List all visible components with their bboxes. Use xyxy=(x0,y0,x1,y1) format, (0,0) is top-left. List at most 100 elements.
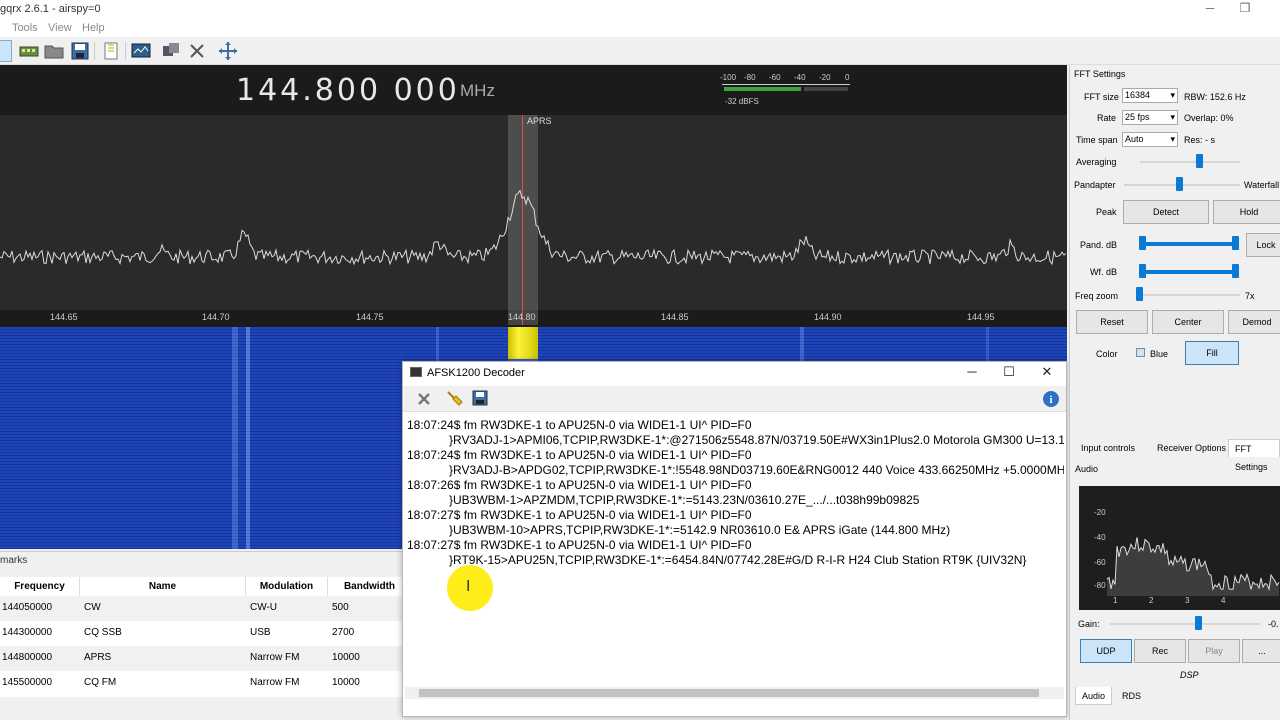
waterfall-label: Waterfall xyxy=(1244,180,1280,190)
slider-handle[interactable] xyxy=(1196,154,1203,168)
fft-size-select[interactable]: 16384 xyxy=(1122,88,1178,103)
table-row[interactable]: 145500000 CQ FM Narrow FM 10000 xyxy=(0,671,402,696)
meter-level-bar xyxy=(724,87,801,91)
udp-button[interactable]: UDP xyxy=(1080,639,1132,663)
wf-db-range-slider[interactable] xyxy=(1142,270,1236,274)
bookmarks-table[interactable]: Frequency Name Modulation Bandwidth 1440… xyxy=(0,577,412,697)
timespan-select[interactable]: Auto xyxy=(1122,132,1178,147)
dsp-label: DSP xyxy=(1180,670,1199,680)
clear-broom-icon[interactable] xyxy=(445,389,463,407)
decoder-titlebar[interactable]: AFSK1200 Decoder ─ ☐ ✕ xyxy=(403,362,1066,384)
display-icon[interactable] xyxy=(130,40,152,62)
decoder-line: }UB3WBM-1>APZMDM,TCPIP,RW3DKE-1*:=5143.2… xyxy=(449,493,920,507)
decoder-line: }RT9K-15>APU25N,TCPIP,RW3DKE-1*:=6454.84… xyxy=(449,553,1027,567)
maximize-button[interactable]: ❐ xyxy=(1232,1,1258,19)
slider-handle[interactable] xyxy=(1232,264,1239,278)
menu-help[interactable]: Help xyxy=(82,22,105,34)
save-icon[interactable] xyxy=(471,389,489,407)
meter-tick: -20 xyxy=(819,73,831,82)
freq-zoom-label: Freq zoom xyxy=(1075,291,1119,301)
decoder-line: 18:07:27$ fm RW3DKE-1 to APU25N-0 via WI… xyxy=(407,538,752,552)
timespan-label: Time span xyxy=(1076,135,1118,145)
lock-button[interactable]: Lock xyxy=(1246,233,1280,257)
more-button[interactable]: ... xyxy=(1242,639,1280,663)
close-icon[interactable] xyxy=(415,390,433,408)
move-icon[interactable] xyxy=(217,40,239,62)
rec-button[interactable]: Rec xyxy=(1134,639,1186,663)
averaging-label: Averaging xyxy=(1076,157,1117,167)
meter-tick: -60 xyxy=(769,73,781,82)
tab-fft-settings[interactable]: FFT Settings xyxy=(1228,439,1280,472)
info-icon[interactable]: i xyxy=(1042,390,1060,408)
menu-view[interactable]: View xyxy=(48,22,72,34)
new-icon[interactable] xyxy=(100,40,122,62)
color-label: Color xyxy=(1096,349,1118,359)
averaging-slider[interactable] xyxy=(1140,161,1240,163)
decoder-close-button[interactable]: ✕ xyxy=(1034,364,1060,382)
minimize-button[interactable]: ─ xyxy=(1197,1,1223,19)
reset-button[interactable]: Reset xyxy=(1076,310,1148,334)
col-bandwidth[interactable]: Bandwidth xyxy=(328,577,412,597)
open-icon[interactable] xyxy=(43,40,65,62)
freq-tick: 144.75 xyxy=(356,312,384,322)
scroll-thumb[interactable] xyxy=(419,689,1039,697)
pandapter-label: Pandapter xyxy=(1074,180,1116,190)
tab-receiver-options[interactable]: Receiver Options xyxy=(1151,439,1232,457)
pand-db-range-slider[interactable] xyxy=(1142,242,1236,246)
frequency-readout[interactable]: 144.800 000 xyxy=(236,73,460,108)
decoder-line: }RV3ADJ-1>APMI06,TCPIP,RW3DKE-1*:@271506… xyxy=(449,433,1064,447)
tab-audio[interactable]: Audio xyxy=(1075,687,1113,705)
spectrum-view[interactable]: 144.800 000 MHz -100 -80 -60 -40 -20 0 -… xyxy=(0,65,1067,327)
decoder-minimize-button[interactable]: ─ xyxy=(959,364,985,382)
play-button[interactable]: Play xyxy=(1188,639,1240,663)
demod-button[interactable]: Demod xyxy=(1228,310,1280,334)
freq-zoom-slider[interactable] xyxy=(1136,294,1240,296)
slider-handle[interactable] xyxy=(1176,177,1183,191)
cell-name: CW xyxy=(84,602,101,613)
blue-label: Blue xyxy=(1150,349,1169,359)
table-row[interactable]: 144050000 CW CW-U 500 xyxy=(0,596,402,621)
cell-modulation: Narrow FM xyxy=(250,652,300,663)
col-name[interactable]: Name xyxy=(80,577,246,597)
gain-label: Gain: xyxy=(1078,619,1100,629)
select-icon[interactable] xyxy=(0,40,12,62)
window-titlebar: gqrx 2.6.1 - airspy=0 ─ ❐ xyxy=(0,0,1280,20)
meter-tick: -80 xyxy=(744,73,756,82)
decoder-hscrollbar[interactable] xyxy=(405,687,1064,699)
hardware-icon[interactable] xyxy=(18,40,40,62)
blue-checkbox[interactable] xyxy=(1136,348,1145,357)
tab-input-controls[interactable]: Input controls xyxy=(1075,439,1141,457)
col-modulation[interactable]: Modulation xyxy=(246,577,328,597)
tools-icon[interactable] xyxy=(160,40,182,62)
menu-tools[interactable]: Tools xyxy=(12,22,38,34)
freq-tick: 144.70 xyxy=(202,312,230,322)
afsk-decoder-window: AFSK1200 Decoder ─ ☐ ✕ i 18:07:24$ fm RW… xyxy=(402,361,1067,717)
decoder-output[interactable]: 18:07:24$ fm RW3DKE-1 to APU25N-0 via WI… xyxy=(405,414,1064,686)
meter-tick: -40 xyxy=(794,73,806,82)
gain-slider[interactable] xyxy=(1110,623,1260,625)
rate-label: Rate xyxy=(1097,113,1117,123)
fill-button[interactable]: Fill xyxy=(1185,341,1239,365)
slider-handle[interactable] xyxy=(1139,236,1146,250)
crop-icon[interactable] xyxy=(186,40,208,62)
detect-button[interactable]: Detect xyxy=(1123,200,1209,224)
hold-button[interactable]: Hold xyxy=(1213,200,1280,224)
rate-select[interactable]: 25 fps xyxy=(1122,110,1178,125)
cell-bandwidth: 500 xyxy=(332,602,349,613)
center-button[interactable]: Center xyxy=(1152,310,1224,334)
slider-handle[interactable] xyxy=(1139,264,1146,278)
tab-rds[interactable]: RDS xyxy=(1116,687,1147,705)
spectrum-trace xyxy=(0,189,1067,266)
table-row[interactable]: 144800000 APRS Narrow FM 10000 xyxy=(0,646,402,671)
save-icon[interactable] xyxy=(69,40,91,62)
slider-handle[interactable] xyxy=(1195,616,1202,630)
cell-bandwidth: 2700 xyxy=(332,627,355,638)
slider-handle[interactable] xyxy=(1136,287,1143,301)
table-row[interactable]: 144300000 CQ SSB USB 2700 xyxy=(0,621,402,646)
bookmarks-header: marks xyxy=(0,551,402,568)
right-dock-panel: FFT Settings FFT size 16384 RBW: 152.6 H… xyxy=(1069,65,1280,720)
slider-handle[interactable] xyxy=(1232,236,1239,250)
gain-value: -0. xyxy=(1268,619,1279,629)
decoder-maximize-button[interactable]: ☐ xyxy=(996,364,1022,382)
col-frequency[interactable]: Frequency xyxy=(0,577,80,597)
